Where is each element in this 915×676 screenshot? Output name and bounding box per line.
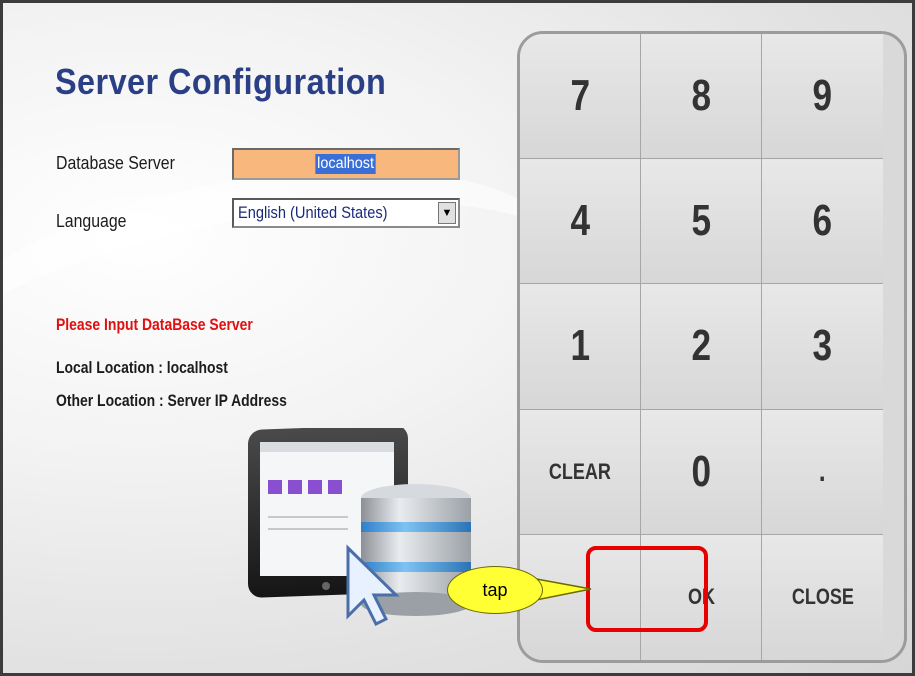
local-location-text: Local Location : localhost bbox=[56, 358, 228, 377]
key-0[interactable]: 0 bbox=[641, 409, 762, 535]
database-server-label: Database Server bbox=[56, 153, 175, 173]
close-button[interactable]: CLOSE bbox=[762, 534, 883, 660]
page-title: Server Configuration bbox=[55, 61, 387, 102]
language-label: Language bbox=[56, 211, 127, 231]
server-config-dialog: Server Configuration Database Server loc… bbox=[0, 0, 915, 676]
key-3[interactable]: 3 bbox=[762, 284, 883, 410]
chevron-down-icon[interactable]: ▼ bbox=[438, 202, 456, 224]
key-2[interactable]: 2 bbox=[641, 284, 762, 410]
key-4[interactable]: 4 bbox=[520, 159, 641, 285]
database-server-input[interactable]: localhost bbox=[232, 148, 460, 180]
clear-button[interactable]: CLEAR bbox=[520, 409, 641, 535]
key-9[interactable]: 9 bbox=[762, 34, 883, 160]
key-1[interactable]: 1 bbox=[520, 284, 641, 410]
database-server-value: localhost bbox=[315, 154, 377, 174]
key-7[interactable]: 7 bbox=[520, 34, 641, 160]
language-value: English (United States) bbox=[238, 203, 388, 222]
key-decimal[interactable]: . bbox=[762, 409, 883, 535]
key-8[interactable]: 8 bbox=[641, 34, 762, 160]
key-6[interactable]: 6 bbox=[762, 159, 883, 285]
numeric-keypad: 7 8 9 4 5 6 1 2 3 CLEAR 0 . OK CLOSE bbox=[517, 31, 907, 663]
other-location-text: Other Location : Server IP Address bbox=[56, 391, 287, 410]
tap-callout: tap bbox=[447, 566, 543, 614]
language-select[interactable]: English (United States) ▼ bbox=[232, 198, 460, 228]
tap-callout-text: tap bbox=[482, 579, 508, 600]
ok-highlight-box bbox=[586, 546, 708, 632]
warning-text: Please Input DataBase Server bbox=[56, 315, 253, 334]
key-5[interactable]: 5 bbox=[641, 159, 762, 285]
